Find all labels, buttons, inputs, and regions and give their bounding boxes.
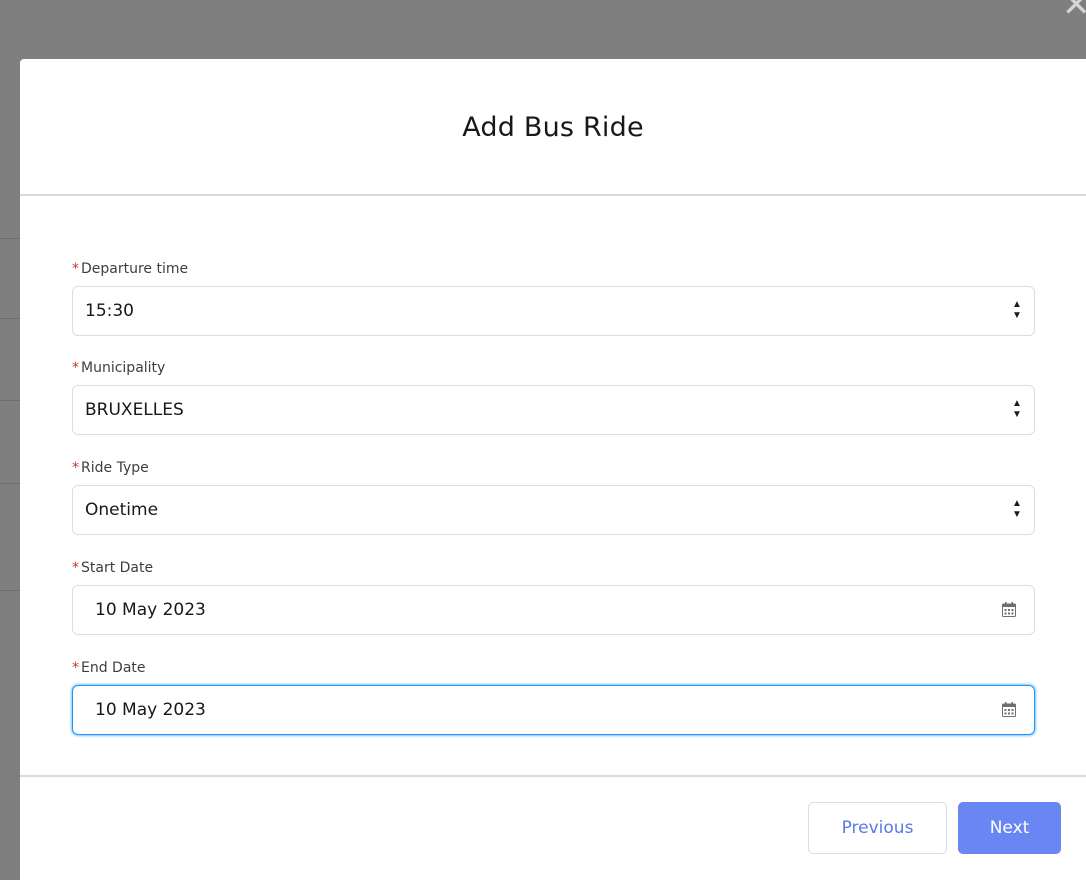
required-indicator: * [72, 261, 79, 277]
modal-body: * Departure time 15:30 ▲ ▼ * Municipality B… [20, 196, 1086, 777]
modal-title: Add Bus Ride [462, 112, 644, 143]
background-divider [0, 483, 20, 484]
background-divider [0, 590, 20, 591]
start-date-label-text: Start Date [81, 560, 154, 576]
background-divider [0, 238, 20, 239]
previous-button[interactable]: Previous [808, 802, 947, 854]
start-date-input[interactable]: 10 May 2023 [72, 585, 1035, 635]
municipality-label-text: Municipality [81, 360, 166, 376]
ride-type-label-text: Ride Type [81, 460, 149, 476]
background-divider [0, 400, 20, 401]
municipality-value: BRUXELLES [85, 400, 184, 420]
municipality-label: * Municipality [72, 357, 1035, 379]
modal-footer: Previous Next [20, 775, 1086, 882]
start-date-field: * Start Date 10 May 2023 [72, 557, 1035, 635]
departure-time-label: * Departure time [72, 258, 1035, 280]
municipality-select[interactable]: BRUXELLES ▲ ▼ [72, 385, 1035, 435]
background-divider [0, 318, 20, 319]
end-date-label-text: End Date [81, 660, 146, 676]
ride-type-value: Onetime [85, 500, 159, 520]
ride-type-field: * Ride Type Onetime ▲ ▼ [72, 457, 1035, 535]
departure-time-field: * Departure time 15:30 ▲ ▼ [72, 258, 1035, 336]
end-date-field: * End Date 10 May 2023 [72, 657, 1035, 735]
municipality-field: * Municipality BRUXELLES ▲ ▼ [72, 357, 1035, 435]
required-indicator: * [72, 460, 79, 476]
select-arrows-icon: ▲ ▼ [1012, 299, 1022, 321]
departure-time-select[interactable]: 15:30 ▲ ▼ [72, 286, 1035, 336]
select-arrows-icon: ▲ ▼ [1012, 498, 1022, 520]
end-date-value: 10 May 2023 [95, 700, 206, 720]
close-icon[interactable]: ✕ [1062, 0, 1086, 22]
start-date-value: 10 May 2023 [95, 600, 206, 620]
required-indicator: * [72, 360, 79, 376]
select-arrows-icon: ▲ ▼ [1012, 398, 1022, 420]
ride-type-select[interactable]: Onetime ▲ ▼ [72, 485, 1035, 535]
next-button[interactable]: Next [958, 802, 1061, 854]
start-date-label: * Start Date [72, 557, 1035, 579]
calendar-icon[interactable] [1002, 602, 1016, 617]
modal-header: Add Bus Ride [20, 59, 1086, 196]
required-indicator: * [72, 560, 79, 576]
add-bus-ride-modal: Add Bus Ride * Departure time 15:30 ▲ ▼ * M… [20, 59, 1086, 882]
departure-time-label-text: Departure time [81, 261, 189, 277]
departure-time-value: 15:30 [85, 301, 134, 321]
end-date-label: * End Date [72, 657, 1035, 679]
ride-type-label: * Ride Type [72, 457, 1035, 479]
calendar-icon[interactable] [1002, 702, 1016, 717]
end-date-input[interactable]: 10 May 2023 [72, 685, 1035, 735]
required-indicator: * [72, 660, 79, 676]
